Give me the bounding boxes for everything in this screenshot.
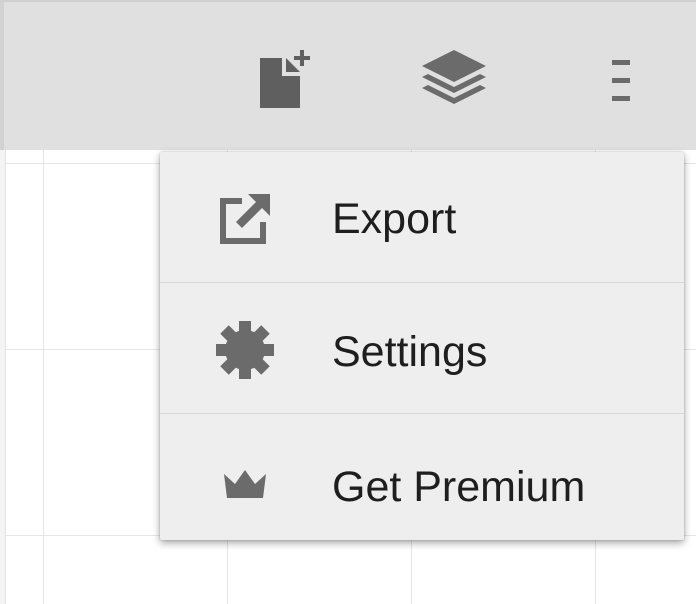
layers-icon [416, 46, 492, 110]
menu-item-label: Export [332, 195, 457, 243]
new-document-icon [256, 46, 316, 112]
export-icon [212, 184, 278, 250]
crown-icon [212, 448, 278, 514]
overflow-menu-button[interactable] [602, 54, 642, 106]
menu-item-get-premium[interactable]: Get Premium [160, 414, 684, 544]
layers-button[interactable] [416, 46, 492, 110]
new-document-button[interactable] [256, 46, 316, 112]
menu-item-label: Settings [332, 328, 488, 376]
gear-icon [212, 317, 278, 383]
canvas-edge [0, 150, 6, 604]
menu-item-label: Get Premium [332, 463, 586, 511]
overflow-menu-icon [602, 54, 642, 106]
menu-item-settings[interactable]: Settings [160, 283, 684, 413]
app-window: Export Settings Get Premium [0, 0, 696, 604]
top-toolbar [0, 0, 696, 150]
overflow-dropdown-menu: Export Settings Get Premium [160, 152, 684, 540]
menu-item-export[interactable]: Export [160, 152, 684, 282]
